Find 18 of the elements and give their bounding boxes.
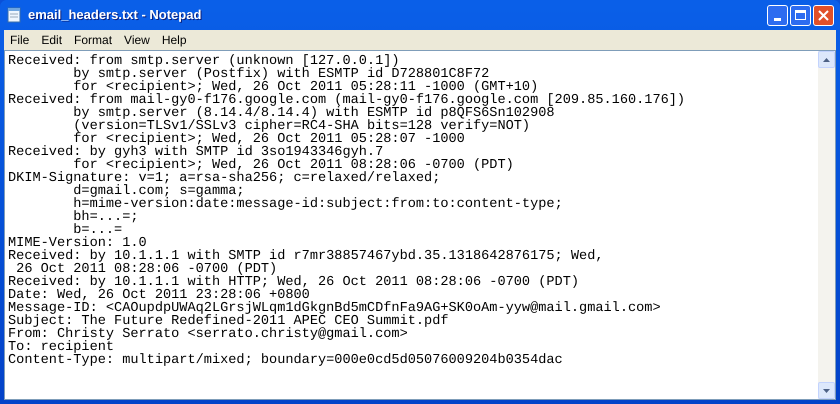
maximize-icon: [795, 10, 806, 20]
menu-item[interactable]: View: [118, 31, 156, 49]
vertical-scrollbar[interactable]: [818, 51, 835, 399]
maximize-button[interactable]: [790, 4, 811, 26]
scroll-down-button[interactable]: [818, 382, 835, 399]
minimize-button[interactable]: [767, 4, 788, 26]
menu-item[interactable]: Help: [156, 31, 193, 49]
down-arrow-icon: [823, 388, 830, 392]
menu-item[interactable]: Edit: [35, 31, 68, 49]
notepad-icon: [6, 7, 22, 23]
window-title: email_headers.txt - Notepad: [28, 6, 202, 24]
close-icon: [818, 10, 829, 20]
up-arrow-icon: [823, 58, 830, 62]
close-button[interactable]: [813, 4, 834, 26]
minimize-icon: [774, 18, 781, 20]
menu-item[interactable]: File: [4, 31, 36, 49]
menu-item[interactable]: Format: [68, 31, 118, 49]
scroll-up-button[interactable]: [818, 51, 835, 68]
